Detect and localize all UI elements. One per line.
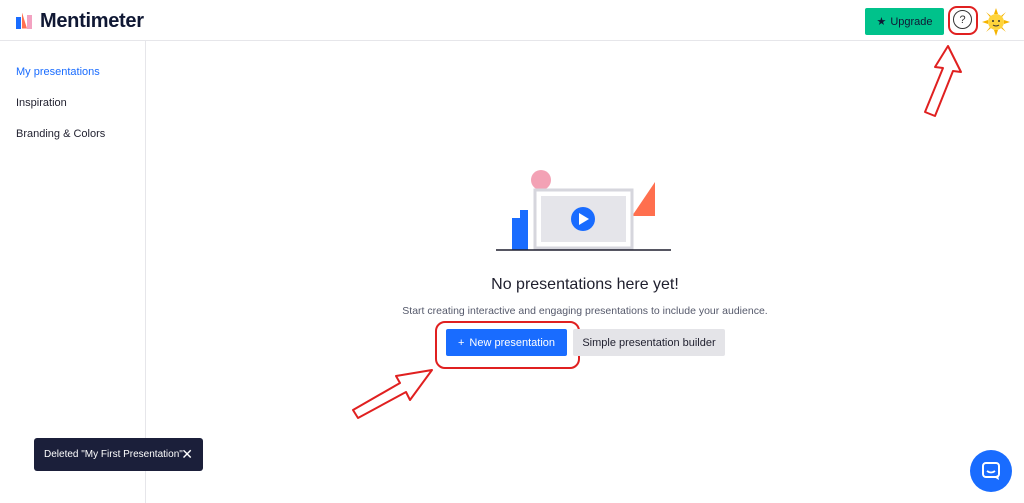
- empty-state-title: No presentations here yet!: [491, 276, 679, 293]
- sidebar-item-inspiration[interactable]: Inspiration: [16, 97, 67, 109]
- annotation-circle-new-presentation: [435, 321, 580, 369]
- annotation-arrow-up: [924, 45, 962, 117]
- sidebar-item-branding-colors[interactable]: Branding & Colors: [16, 128, 105, 140]
- sidebar-item-my-presentations[interactable]: My presentations: [16, 66, 100, 78]
- upgrade-button[interactable]: ★ Upgrade: [865, 8, 944, 35]
- simple-presentation-builder-button[interactable]: Simple presentation builder: [573, 329, 725, 356]
- empty-state-subtitle: Start creating interactive and engaging …: [402, 305, 768, 317]
- sun-avatar-icon[interactable]: [982, 8, 1010, 36]
- main-content: No presentations here yet! Start creatin…: [146, 41, 1024, 503]
- chat-icon: [982, 462, 1000, 480]
- top-header: Mentimeter ★ Upgrade ?: [0, 0, 1024, 41]
- annotation-arrow-diagonal: [352, 369, 433, 419]
- chat-support-button[interactable]: [970, 450, 1012, 492]
- annotation-circle-help: [948, 6, 978, 35]
- mentimeter-logo[interactable]: Mentimeter: [16, 10, 144, 33]
- star-icon: ★: [876, 16, 887, 28]
- upgrade-label: Upgrade: [890, 15, 933, 28]
- empty-state-illustration: [496, 170, 671, 251]
- toast-message: Deleted "My First Presentation": [44, 449, 183, 460]
- simple-builder-label: Simple presentation builder: [582, 336, 716, 349]
- toast-notification: Deleted "My First Presentation" ✕: [34, 438, 203, 471]
- sidebar: My presentations Inspiration Branding & …: [0, 41, 146, 503]
- brand-name: Mentimeter: [40, 10, 144, 32]
- mentimeter-logo-icon: [16, 12, 34, 31]
- close-icon[interactable]: ✕: [181, 446, 193, 463]
